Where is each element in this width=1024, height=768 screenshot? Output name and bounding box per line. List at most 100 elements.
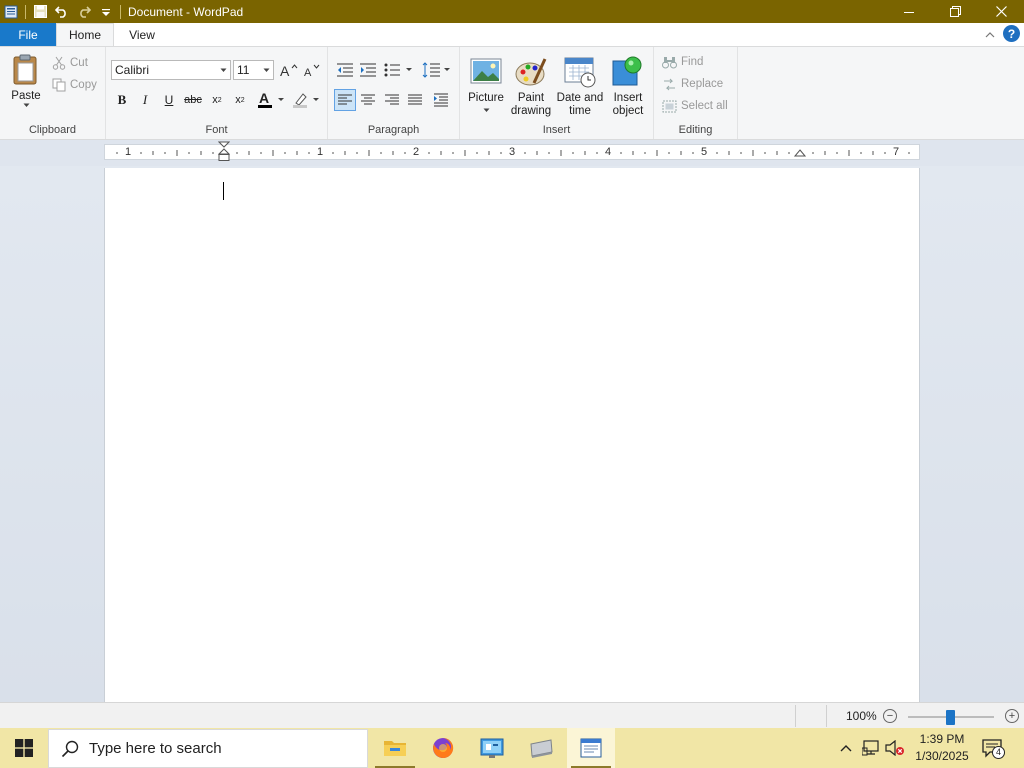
quick-access-toolbar [0, 0, 124, 23]
date-time-button[interactable]: Date and time [556, 55, 604, 118]
wordpad-app-icon[interactable] [0, 0, 22, 23]
line-spacing-button[interactable] [421, 59, 453, 81]
font-size-value: 11 [237, 63, 250, 77]
highlighter-icon [293, 93, 319, 108]
close-button[interactable] [978, 0, 1024, 23]
editing-group: Find Replace Select all Editing [654, 47, 738, 139]
align-right-icon [385, 94, 399, 105]
bold-button[interactable]: B [111, 89, 133, 111]
folder-icon [384, 741, 406, 756]
control-panel-icon [480, 738, 504, 758]
replace-button[interactable]: Replace [662, 74, 723, 94]
right-indent-marker[interactable] [794, 149, 806, 159]
select-all-button[interactable]: Select all [662, 96, 728, 116]
taskbar-firefox[interactable] [419, 728, 467, 768]
replace-icon [664, 78, 675, 90]
paste-label: Paste [11, 90, 41, 102]
bullets-button[interactable] [383, 59, 415, 81]
ribbon-tab-controls: ? [985, 25, 1020, 42]
italic-button[interactable]: I [134, 89, 156, 111]
paste-button[interactable]: Paste [8, 53, 44, 108]
taskbar: Type here to search 1:39 PM 1/30/2025 4 [0, 728, 1024, 768]
font-size-select[interactable]: 11 [233, 60, 274, 80]
volume-tray-button[interactable] [884, 728, 906, 768]
paint-drawing-button[interactable]: Paint drawing [508, 55, 554, 118]
find-label: Find [681, 56, 704, 68]
subscript-button[interactable]: x2 [206, 89, 228, 111]
font-family-select[interactable]: Calibri [111, 60, 231, 80]
indent-marker[interactable] [218, 141, 230, 163]
clock-time: 1:39 PM [919, 732, 965, 746]
undo-icon[interactable] [51, 0, 73, 23]
window-title: Document - WordPad [128, 4, 244, 19]
taskbar-wordpad[interactable] [567, 728, 615, 768]
ruler-number: 1 [317, 146, 324, 158]
shrink-font-button[interactable]: A [301, 59, 323, 81]
paragraph-icon [434, 93, 448, 107]
show-hidden-icons-button[interactable] [836, 728, 856, 768]
title-bar: Document - WordPad [0, 0, 1024, 23]
redo-icon[interactable] [73, 0, 95, 23]
copy-button[interactable]: Copy [52, 75, 97, 95]
zoom-in-button[interactable]: + [1005, 709, 1019, 723]
taskbar-clock[interactable]: 1:39 PM 1/30/2025 [906, 731, 978, 765]
grow-font-button[interactable]: A [278, 59, 300, 81]
align-center-icon [361, 94, 375, 105]
notifications-button[interactable]: 4 [980, 728, 1006, 768]
decrease-indent-button[interactable] [334, 59, 356, 81]
paragraph-group-label: Paragraph [367, 124, 420, 136]
zoom-level[interactable]: 100% [846, 709, 877, 723]
clipboard-group: Paste Cut Copy Clipboard [0, 47, 106, 139]
taskbar-search-box[interactable]: Type here to search [48, 729, 368, 768]
underline-button[interactable]: U [158, 89, 180, 111]
help-icon[interactable]: ? [1003, 25, 1020, 42]
font-family-value: Calibri [115, 63, 150, 77]
ruler-number: 7 [893, 146, 900, 158]
align-center-button[interactable] [357, 89, 379, 111]
network-tray-button[interactable] [860, 728, 882, 768]
document-page[interactable] [104, 168, 920, 702]
qat-separator [120, 4, 121, 19]
text-color-button[interactable]: A [256, 89, 288, 111]
zoom-slider-thumb[interactable] [946, 710, 955, 725]
increase-indent-icon [360, 63, 376, 77]
paragraph-settings-button[interactable] [430, 89, 452, 111]
taskbar-control-panel[interactable] [468, 728, 516, 768]
ruler[interactable]: 1 1 2 3 4 5 7 [104, 141, 920, 163]
scissors-icon [52, 56, 66, 70]
find-button[interactable]: Find [662, 52, 703, 72]
status-bar: 100% − + [0, 702, 1024, 728]
ruler-number: 3 [509, 146, 516, 158]
ruler-number: 1 [125, 146, 132, 158]
object-label-line1: Insert [613, 92, 643, 104]
align-right-button[interactable] [381, 89, 403, 111]
increase-indent-button[interactable] [357, 59, 379, 81]
select-all-icon [662, 100, 677, 112]
save-icon[interactable] [29, 0, 51, 23]
strikethrough-button[interactable]: abc [182, 89, 204, 111]
taskbar-app-unknown[interactable] [517, 728, 565, 768]
tab-home[interactable]: Home [56, 23, 114, 46]
minimize-ribbon-icon[interactable] [985, 27, 995, 41]
taskbar-file-explorer[interactable] [371, 728, 419, 768]
cut-button[interactable]: Cut [52, 53, 88, 73]
minimize-button[interactable] [886, 0, 932, 23]
highlight-color-button[interactable] [291, 89, 323, 111]
insert-object-button[interactable]: Insert object [606, 55, 650, 118]
tab-file[interactable]: File [0, 23, 56, 46]
superscript-button[interactable]: x2 [229, 89, 251, 111]
tab-view[interactable]: View [114, 23, 170, 46]
ruler-area: 1 1 2 3 4 5 7 [0, 140, 1024, 166]
windows-logo-icon [15, 739, 33, 757]
customize-qat-icon[interactable] [95, 0, 117, 23]
volume-muted-icon [885, 740, 904, 756]
justify-button[interactable] [404, 89, 426, 111]
zoom-out-button[interactable]: − [883, 709, 897, 723]
ruler-number: 4 [605, 146, 612, 158]
align-left-button[interactable] [334, 89, 356, 111]
ribbon-tabs: File Home View ? [0, 23, 1024, 46]
picture-button[interactable]: Picture [466, 55, 506, 113]
start-button[interactable] [0, 728, 48, 768]
svg-text:A: A [304, 67, 312, 77]
restore-button[interactable] [932, 0, 978, 23]
